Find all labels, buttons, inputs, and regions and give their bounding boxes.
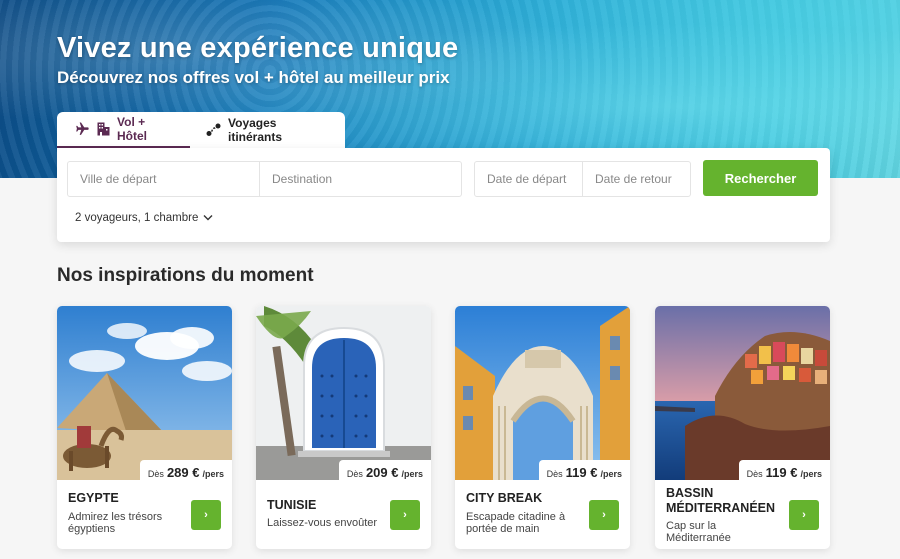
price-tag: Dès 289 € /pers <box>139 460 232 486</box>
card-description: Laissez-vous envoûter <box>267 517 378 529</box>
chevron-right-icon: › <box>204 509 208 521</box>
card-arrow-button[interactable]: › <box>589 500 619 530</box>
hero-title: Vivez une expérience unique <box>57 32 459 64</box>
destination-card-egypte[interactable]: Dès 289 € /pers EGYPTE Admirez les tréso… <box>57 306 232 549</box>
egypt-pyramid-image <box>57 306 232 480</box>
tab-voyages-label: Voyages itinérants <box>228 116 283 144</box>
card-arrow-button[interactable]: › <box>789 500 819 530</box>
chevron-right-icon: › <box>403 509 407 521</box>
destination-card-tunisie[interactable]: Dès 209 € /pers TUNISIE Laissez-vous env… <box>256 306 431 549</box>
travellers-label: 2 voyageurs, 1 chambre <box>75 212 199 224</box>
mediterranean-coast-image <box>655 306 830 480</box>
price-amount: 289 € <box>166 465 200 480</box>
hotel-icon <box>97 122 110 136</box>
inspirations-title: Nos inspirations du moment <box>57 265 314 286</box>
chevron-right-icon: › <box>802 509 806 521</box>
price-prefix: Dès <box>546 469 563 479</box>
card-arrow-button[interactable]: › <box>191 500 221 530</box>
chevron-down-icon <box>203 212 213 224</box>
price-tag: Dès 119 € /pers <box>738 460 830 486</box>
hero-subtitle: Découvrez nos offres vol + hôtel au meil… <box>57 68 450 87</box>
departure-city-field[interactable]: Ville de départ <box>67 161 260 197</box>
city-arch-image <box>455 306 630 480</box>
price-prefix: Dès <box>147 469 164 479</box>
tunisia-door-image <box>256 306 431 480</box>
card-description: Cap sur la Méditerranée <box>666 520 731 544</box>
price-prefix: Dès <box>346 469 363 479</box>
card-title: EGYPTE <box>68 491 119 505</box>
tab-vol-hotel-label: Vol + Hôtel <box>117 115 147 143</box>
card-arrow-button[interactable]: › <box>390 500 420 530</box>
travellers-selector[interactable]: 2 voyageurs, 1 chambre <box>75 212 213 224</box>
plane-icon <box>75 122 90 136</box>
card-title: CITY BREAK <box>466 491 543 505</box>
tab-voyages-itinerants[interactable]: Voyages itinérants <box>190 112 345 148</box>
price-suffix: /pers <box>600 469 622 479</box>
destination-card-city-break[interactable]: Dès 119 € /pers CITY BREAK Escapade cita… <box>455 306 630 549</box>
destination-card-bassin-mediterraneen[interactable]: Dès 119 € /pers BASSIN MÉDITERRANÉEN Cap… <box>655 306 830 549</box>
card-description: Admirez les trésors égyptiens <box>68 511 163 535</box>
search-panel: Ville de départ Destination Date de dépa… <box>57 148 830 242</box>
destination-field[interactable]: Destination <box>259 161 462 197</box>
route-icon <box>206 123 221 137</box>
price-suffix: /pers <box>202 469 224 479</box>
card-description: Escapade citadine à portée de main <box>466 511 566 535</box>
price-amount: 209 € <box>365 465 399 480</box>
card-title: TUNISIE <box>267 498 317 512</box>
chevron-right-icon: › <box>602 509 606 521</box>
search-tabs: Vol + Hôtel Voyages itinérants <box>57 112 345 148</box>
price-amount: 119 € <box>565 465 598 480</box>
tab-vol-hotel[interactable]: Vol + Hôtel <box>57 112 190 148</box>
search-button[interactable]: Rechercher <box>703 160 818 196</box>
price-tag: Dès 119 € /pers <box>538 460 630 486</box>
price-amount: 119 € <box>765 465 798 480</box>
price-suffix: /pers <box>401 469 423 479</box>
price-prefix: Dès <box>746 469 763 479</box>
price-suffix: /pers <box>800 469 822 479</box>
return-date-field[interactable]: Date de retour <box>582 161 691 197</box>
departure-date-field[interactable]: Date de départ <box>474 161 583 197</box>
card-title: BASSIN MÉDITERRANÉEN <box>666 486 776 515</box>
price-tag: Dès 209 € /pers <box>338 460 431 486</box>
